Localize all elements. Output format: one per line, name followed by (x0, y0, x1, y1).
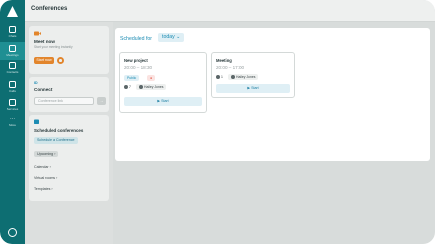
chevron-right-icon: › (51, 187, 53, 191)
category-label: Upcoming (37, 152, 54, 156)
category-label: Templates (34, 187, 51, 191)
calendar-icon (9, 45, 16, 52)
start-meeting-button[interactable]: ▶ Start (124, 97, 202, 106)
meeting-title: New project (124, 58, 148, 63)
meet-now-card: Meet now Start your meeting instantly St… (29, 26, 109, 74)
participants-icon (124, 85, 128, 90)
organizer-chip: Hailey Jones (136, 84, 167, 90)
meeting-time: 20:00 – 17:00 (216, 65, 245, 70)
participants-icon (216, 75, 220, 80)
chat-icon (9, 26, 16, 33)
meet-now-title: Meet now (34, 39, 55, 44)
top-bar: Conferences (25, 0, 435, 22)
calendar-icon (34, 119, 39, 124)
schedule-card: Scheduled for today ⌄ New project 20:00 … (115, 28, 430, 161)
rail-label: Calls (9, 89, 16, 93)
connect-card: ID Connect Conference link → (29, 77, 109, 112)
app-logo-icon (7, 6, 18, 17)
chevron-right-icon: › (56, 176, 58, 180)
participant-count: 1 (221, 75, 223, 79)
rail-label: Services (6, 107, 19, 111)
category-upcoming[interactable]: Upcoming › (34, 151, 59, 157)
calls-icon (9, 81, 16, 88)
category-label: Calendar (34, 165, 49, 169)
public-badge: Public (124, 75, 140, 81)
rail-label: More (9, 123, 16, 127)
participants: 7 (124, 85, 131, 90)
meeting-settings-icon[interactable] (57, 57, 64, 64)
scheduled-title: Scheduled conferences (34, 128, 84, 133)
settings-icon[interactable] (8, 228, 17, 237)
meeting-card-new-project[interactable]: New project 20:00 – 18:30 Public ● 7 Hai… (119, 52, 207, 113)
schedule-conference-button[interactable]: Schedule a Conference (34, 137, 78, 144)
main-content: Scheduled for today ⌄ New project 20:00 … (113, 22, 435, 244)
rail-item-calls[interactable]: Calls (0, 81, 25, 93)
organizer-name: Hailey Jones (236, 75, 256, 79)
more-icon: ··· (10, 116, 15, 122)
organizer-name: Hailey Jones (144, 85, 164, 89)
meet-now-subtitle: Start your meeting instantly (34, 45, 73, 49)
rail-item-more[interactable]: ··· More (0, 116, 25, 128)
chevron-right-icon: › (54, 152, 56, 156)
category-templates[interactable]: Templates › (34, 187, 53, 191)
start-meeting-button[interactable]: ▶ Start (216, 84, 290, 93)
participants: 1 (216, 75, 223, 80)
contacts-icon (9, 62, 16, 69)
meeting-title: Meeting (216, 58, 232, 63)
meeting-card-meeting[interactable]: Meeting 20:00 – 17:00 1 Hailey Jones ▶ S… (211, 52, 295, 98)
rail-item-contacts[interactable]: Contacts (0, 62, 25, 74)
category-virtual-rooms[interactable]: Virtual rooms › (34, 176, 57, 180)
record-icon: ● (147, 75, 156, 81)
conference-link-input[interactable]: Conference link (34, 97, 94, 105)
category-calendar[interactable]: Calendar › (34, 165, 51, 169)
rail-label: Chats (8, 34, 17, 38)
rail-label: Meetings (6, 53, 19, 57)
clipboard-icon (9, 99, 16, 106)
rail-label: Contacts (6, 70, 19, 74)
app-window: Chats Meetings Contacts Calls Services ·… (0, 0, 435, 244)
user-icon (139, 85, 143, 90)
participant-count: 7 (129, 85, 131, 89)
scheduled-for-label: Scheduled for (120, 36, 153, 42)
conference-panel: Meet now Start your meeting instantly St… (25, 22, 113, 244)
start-now-button[interactable]: Start now (34, 57, 54, 64)
video-camera-icon (34, 31, 41, 36)
scheduled-conferences-card: Scheduled conferences Schedule a Confere… (29, 115, 109, 201)
user-icon (231, 75, 235, 80)
nav-rail: Chats Meetings Contacts Calls Services ·… (0, 0, 25, 244)
day-selector[interactable]: today ⌄ (158, 33, 185, 42)
meeting-time: 20:00 – 18:30 (124, 65, 153, 70)
connect-title: Connect (34, 87, 53, 92)
id-label: ID (34, 81, 38, 85)
rail-item-services[interactable]: Services (0, 99, 25, 111)
rail-item-chats[interactable]: Chats (0, 26, 25, 38)
chevron-right-icon: › (49, 165, 51, 169)
page-title: Conferences (31, 6, 68, 12)
category-label: Virtual rooms (34, 176, 56, 180)
join-arrow-button[interactable]: → (97, 97, 106, 105)
rail-item-meetings[interactable]: Meetings (0, 42, 25, 60)
organizer-chip: Hailey Jones (228, 74, 259, 80)
